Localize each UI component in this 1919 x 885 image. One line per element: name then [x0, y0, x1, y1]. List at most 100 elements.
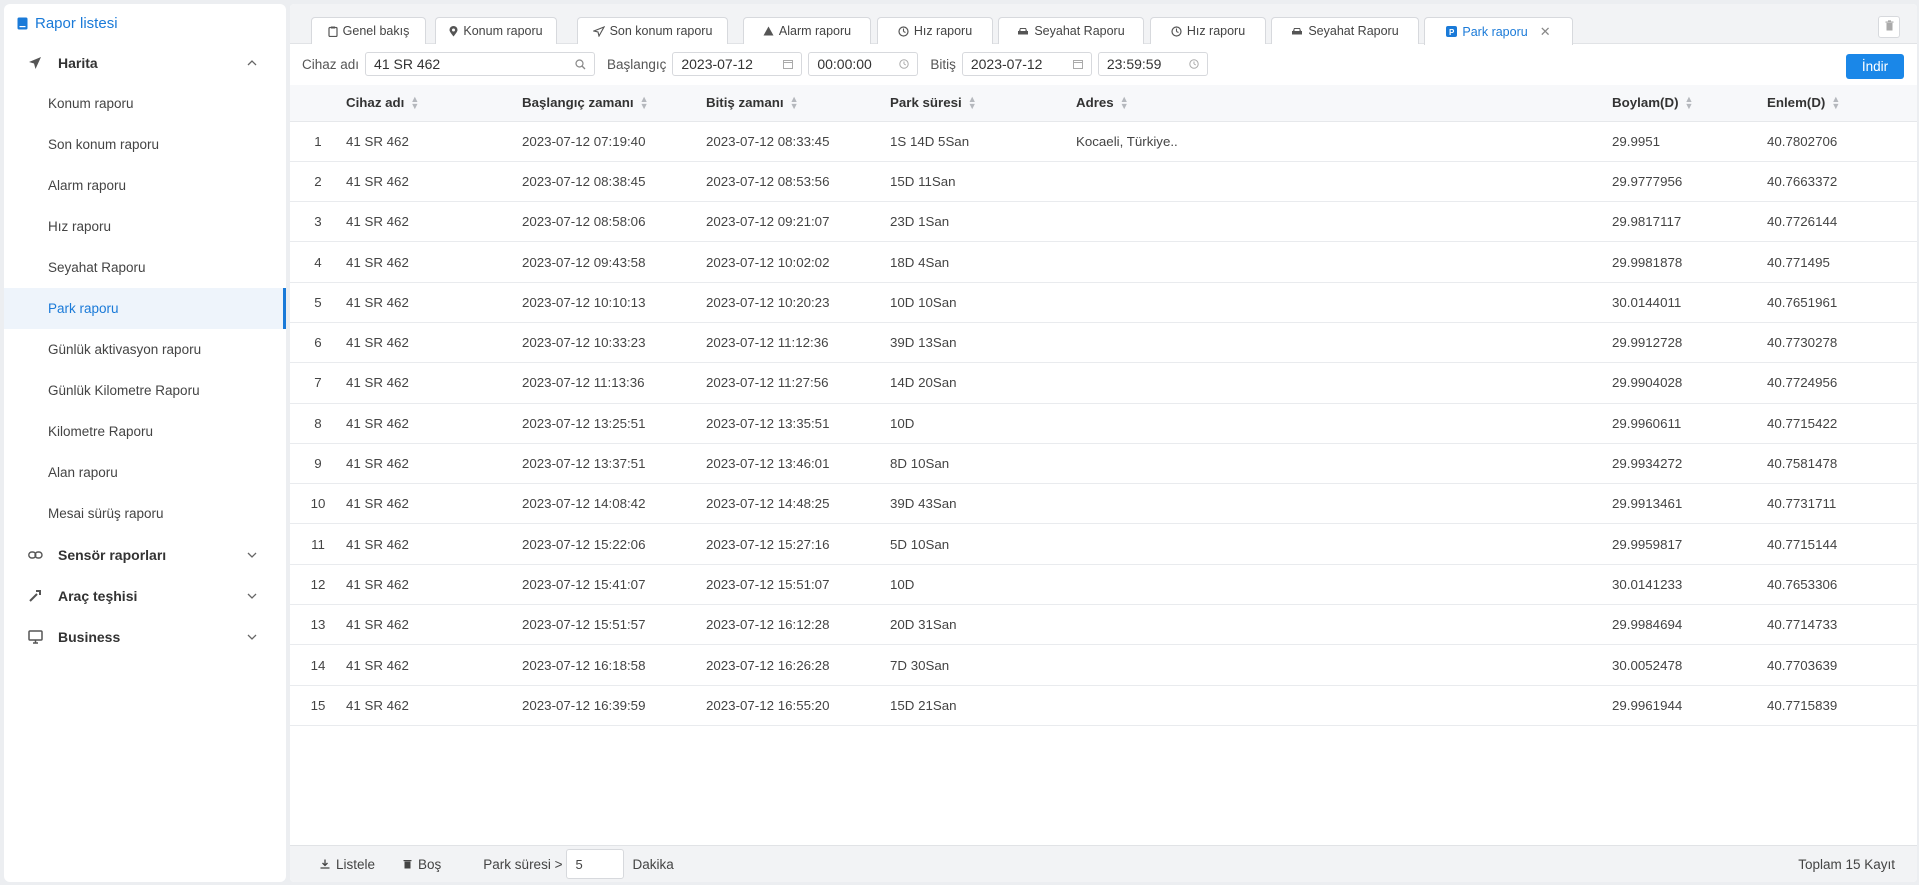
group-sensor-raporlari[interactable]: Sensör raporları: [4, 534, 286, 575]
table-row[interactable]: 14 41 SR 462 2023-07-12 16:18:58 2023-07-12…: [290, 644, 1917, 686]
table-row[interactable]: 1 41 SR 462 2023-07-12 07:19:40 2023-07-12 …: [290, 121, 1917, 162]
empty-button-label: Boş: [418, 856, 442, 872]
end-time-input[interactable]: 23:59:59: [1097, 52, 1208, 76]
sidebar-item-seyahat-raporu[interactable]: Seyahat Raporu: [4, 247, 286, 288]
cell-device: 41 SR 462: [346, 403, 522, 444]
tab-son-konum-raporu[interactable]: Son konum raporu: [577, 17, 728, 44]
sort-icon[interactable]: ▲ ▼: [968, 95, 977, 111]
start-time-input[interactable]: 00:00:00: [808, 52, 919, 76]
park-duration-input[interactable]: 5: [566, 849, 625, 879]
sidebar-item-label: Günlük Kilometre Raporu: [48, 383, 200, 398]
sort-icon[interactable]: ▲ ▼: [1120, 95, 1129, 111]
col-duration[interactable]: Park süresi ▲ ▼: [890, 85, 1076, 122]
chevron-down-icon[interactable]: [246, 549, 258, 561]
table-row[interactable]: 15 41 SR 462 2023-07-12 16:39:59 2023-07-12…: [290, 685, 1917, 726]
chevron-up-icon[interactable]: [246, 57, 258, 69]
col-end[interactable]: Bitiş zamanı ▲ ▼: [706, 85, 890, 122]
tab-park-raporu[interactable]: P Park raporu ✕: [1424, 17, 1573, 45]
sidebar-item-gunluk-aktivasyon-raporu[interactable]: Günlük aktivasyon raporu: [4, 329, 286, 370]
table-row[interactable]: 8 41 SR 462 2023-07-12 13:25:51 2023-07-12 …: [290, 403, 1917, 444]
table-row[interactable]: 13 41 SR 462 2023-07-12 15:51:57 2023-07-12…: [290, 604, 1917, 646]
tab-seyahat-raporu[interactable]: Seyahat Raporu: [998, 17, 1144, 44]
footer-bar: Listele Boş Park süresi > 5 Dakika Topla…: [290, 845, 1917, 882]
group-business[interactable]: Business: [4, 616, 286, 657]
cell-address: [1076, 322, 1612, 364]
end-time-value: 23:59:59: [1106, 56, 1162, 72]
sidebar-item-label: Konum raporu: [48, 96, 134, 111]
download-button[interactable]: İndir: [1846, 54, 1904, 79]
cell-start-time: 2023-07-12 10:33:23: [522, 322, 706, 364]
cell-end-time: 2023-07-12 08:53:56: [706, 161, 890, 203]
table-row[interactable]: 3 41 SR 462 2023-07-12 08:58:06 2023-07-12 …: [290, 201, 1917, 243]
tab-label: Hız raporu: [913, 24, 973, 38]
table-row[interactable]: 4 41 SR 462 2023-07-12 09:43:58 2023-07-12 …: [290, 241, 1917, 283]
sort-icon[interactable]: ▲ ▼: [790, 95, 799, 111]
table-row[interactable]: 9 41 SR 462 2023-07-12 13:37:51 2023-07-12 …: [290, 443, 1917, 485]
sidebar-item-gunluk-kilometre-raporu[interactable]: Günlük Kilometre Raporu: [4, 370, 286, 411]
row-index: 10: [290, 483, 346, 525]
cell-end-time: 2023-07-12 10:20:23: [706, 282, 890, 323]
tab-alarm-raporu[interactable]: Alarm raporu: [743, 17, 871, 44]
col-start[interactable]: Başlangıç zamanı ▲ ▼: [522, 85, 706, 122]
sort-icon[interactable]: ▲ ▼: [640, 95, 649, 111]
calendar-icon: [783, 59, 794, 69]
table-row[interactable]: 6 41 SR 462 2023-07-12 10:33:23 2023-07-12 …: [290, 322, 1917, 364]
table-row[interactable]: 10 41 SR 462 2023-07-12 14:08:42 2023-07-12…: [290, 483, 1917, 525]
search-icon[interactable]: [575, 58, 586, 70]
sidebar-item-son-konum-raporu[interactable]: Son konum raporu: [4, 124, 286, 165]
sidebar-item-label: Günlük aktivasyon raporu: [48, 342, 202, 357]
cell-longitude: 29.9817117: [1612, 201, 1767, 243]
sidebar-item-hiz-raporu[interactable]: Hız raporu: [4, 206, 286, 247]
device-input[interactable]: 41 SR 462: [365, 52, 596, 76]
tab-hiz-raporu-2[interactable]: Hız raporu: [1150, 17, 1266, 44]
chevron-down-icon[interactable]: [246, 590, 258, 602]
trash-button[interactable]: [1878, 16, 1900, 38]
tab-genel-bakis[interactable]: Genel bakış: [311, 17, 426, 44]
start-date-input[interactable]: 2023-07-12: [672, 52, 803, 76]
end-date-input[interactable]: 2023-07-12: [961, 52, 1092, 76]
cell-start-time: 2023-07-12 13:37:51: [522, 443, 706, 485]
cell-longitude: 30.0052478: [1612, 644, 1767, 686]
cell-longitude: 29.9960611: [1612, 403, 1767, 444]
sidebar-item-label: Hız raporu: [48, 219, 112, 234]
sort-icon[interactable]: ▲ ▼: [1831, 95, 1840, 111]
tab-seyahat-raporu-2[interactable]: Seyahat Raporu: [1271, 17, 1419, 44]
cell-end-time: 2023-07-12 16:55:20: [706, 685, 890, 726]
sidebar-item-alan-raporu[interactable]: Alan raporu: [4, 452, 286, 493]
sidebar-item-mesai-surus-raporu[interactable]: Mesai sürüş raporu: [4, 493, 286, 534]
table-row[interactable]: 11 41 SR 462 2023-07-12 15:22:06 2023-07-12…: [290, 523, 1917, 565]
sidebar-item-alarm-raporu[interactable]: Alarm raporu: [4, 165, 286, 206]
chevron-down-icon[interactable]: [246, 631, 258, 643]
group-arac-teshisi[interactable]: Araç teşhisi: [4, 575, 286, 616]
sidebar-item-konum-raporu[interactable]: Konum raporu: [4, 83, 286, 124]
col-lon-label: Boylam(D): [1612, 95, 1679, 110]
col-lon[interactable]: Boylam(D) ▲ ▼: [1612, 85, 1767, 122]
sort-icon[interactable]: ▲ ▼: [410, 95, 419, 111]
table-row[interactable]: 12 41 SR 462 2023-07-12 15:41:07 2023-07-12…: [290, 564, 1917, 606]
cell-device: 41 SR 462: [346, 523, 522, 565]
col-index: [290, 85, 346, 122]
list-button[interactable]: Listele: [320, 857, 375, 872]
empty-button[interactable]: Boş: [403, 857, 441, 872]
table-row[interactable]: 7 41 SR 462 2023-07-12 11:13:36 2023-07-12 …: [290, 362, 1917, 404]
cell-end-time: 2023-07-12 13:46:01: [706, 443, 890, 485]
sidebar-item-park-raporu[interactable]: Park raporu: [4, 288, 286, 329]
col-device[interactable]: Cihaz adı ▲ ▼: [346, 85, 522, 122]
col-address[interactable]: Adres ▲ ▼: [1076, 85, 1612, 122]
table-row[interactable]: 2 41 SR 462 2023-07-12 08:38:45 2023-07-12 …: [290, 161, 1917, 203]
sort-icon[interactable]: ▲ ▼: [1685, 95, 1694, 111]
sidebar-item-kilometre-raporu[interactable]: Kilometre Raporu: [4, 411, 286, 452]
cell-longitude: 29.9777956: [1612, 161, 1767, 203]
close-icon[interactable]: ✕: [1540, 24, 1551, 40]
table-row[interactable]: 5 41 SR 462 2023-07-12 10:10:13 2023-07-12 …: [290, 282, 1917, 323]
col-lat[interactable]: Enlem(D) ▲ ▼: [1767, 85, 1917, 122]
tab-hiz-raporu[interactable]: Hız raporu: [877, 17, 993, 44]
col-end-label: Bitiş zamanı: [706, 95, 784, 110]
group-harita[interactable]: Harita: [4, 42, 286, 83]
tab-konum-raporu[interactable]: Konum raporu: [435, 17, 557, 44]
col-device-label: Cihaz adı: [346, 95, 405, 110]
tab-label: Park raporu: [1462, 24, 1528, 39]
cell-latitude: 40.7724956: [1767, 362, 1917, 404]
cell-start-time: 2023-07-12 16:39:59: [522, 685, 706, 726]
cell-device: 41 SR 462: [346, 362, 522, 404]
